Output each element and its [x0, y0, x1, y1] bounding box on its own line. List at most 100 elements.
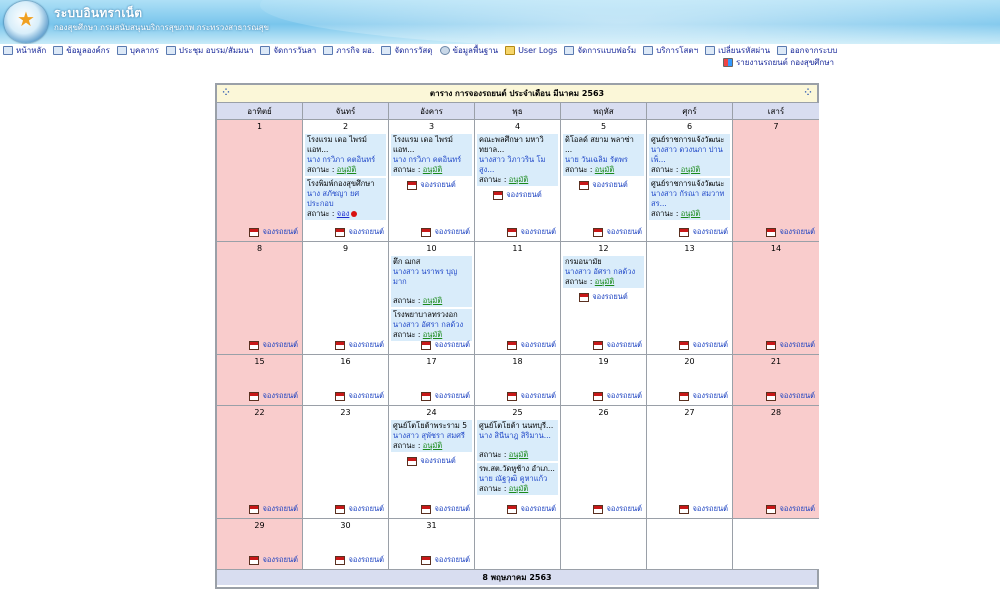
day-cell[interactable]: 4 คณะพลศึกษา มหาวิทยาล... นางสาว วิภาวริน … — [475, 120, 561, 241]
book-car-button[interactable]: จองรถยนต์ — [421, 554, 470, 566]
booking-entry[interactable]: ศูนย์ราชการแจ้งวัฒนะ นางสาว ดวงนภา ปานเพ็… — [649, 134, 730, 176]
menu-item[interactable]: ออกจากระบบ — [777, 45, 837, 56]
book-car-button[interactable]: จองรถยนต์ — [249, 503, 298, 515]
status-link[interactable]: อนุมัติ — [681, 209, 700, 218]
day-cell[interactable]: 7 จองรถยนต์ — [733, 120, 819, 241]
day-cell[interactable]: 27 จองรถยนต์ — [647, 406, 733, 518]
booking-entry[interactable]: ศูนย์โตโยต้า นนทบุรี... นาง สินีนาฎ สิริม… — [477, 420, 558, 461]
day-cell[interactable]: 16 จองรถยนต์ — [303, 355, 389, 405]
day-cell[interactable]: 9 จองรถยนต์ — [303, 242, 389, 354]
status-link[interactable]: อนุมัติ — [337, 165, 356, 174]
book-car-button[interactable]: จองรถยนต์ — [335, 390, 384, 402]
book-car-button[interactable]: จองรถยนต์ — [507, 503, 556, 515]
booking-entry[interactable]: ดิโอลด์ สยาม พลาซ่า ... นาย วันเฉลิม รัตพ… — [563, 134, 644, 176]
book-car-button[interactable]: จองรถยนต์ — [249, 554, 298, 566]
menu-item[interactable]: ข้อมูลองค์กร — [53, 45, 110, 56]
book-car-button[interactable]: จองรถยนต์ — [593, 226, 642, 238]
book-car-button[interactable]: จองรถยนต์ — [507, 339, 556, 351]
day-cell[interactable]: 29 จองรถยนต์ — [217, 519, 303, 569]
menu-item[interactable]: บุคลากร — [116, 45, 159, 56]
menu-item[interactable]: บริการโสตฯ — [643, 45, 698, 56]
day-cell[interactable]: 2 โรงแรม เดอ ไพรม์ แอท... นาง กรวิภา คตอิน… — [303, 120, 389, 241]
book-car-button[interactable]: จองรถยนต์ — [421, 390, 470, 402]
book-car-button[interactable]: จองรถยนต์ — [507, 390, 556, 402]
book-car-button[interactable]: จองรถยนต์ — [335, 503, 384, 515]
menu-item[interactable]: เปลี่ยนรหัสผ่าน — [705, 45, 770, 56]
day-cell[interactable]: 18 จองรถยนต์ — [475, 355, 561, 405]
day-cell[interactable]: 3 โรงแรม เดอ ไพรม์ แอท... นาง กรวิภา คตอิน… — [389, 120, 475, 241]
booking-entry[interactable]: โรงแรม เดอ ไพรม์ แอท... นาง กรวิภา คตอินท… — [391, 134, 472, 176]
day-cell[interactable]: 17 จองรถยนต์ — [389, 355, 475, 405]
status-link[interactable]: อนุมัติ — [509, 484, 528, 493]
booking-entry[interactable]: ตึก ฌกส นางสาว นราพร บุญมาก สถานะ : อนุมัต… — [391, 256, 472, 307]
book-car-button[interactable]: จองรถยนต์ — [249, 339, 298, 351]
booking-entry[interactable]: โรงพิมพ์กองสุขศึกษา นาง สภัชญา ยศประกอบ สถ… — [305, 178, 386, 220]
book-car-button[interactable]: จองรถยนต์ — [389, 179, 474, 191]
menu-item[interactable]: จัดการวัสดุ — [381, 45, 433, 56]
book-car-button[interactable]: จองรถยนต์ — [679, 390, 728, 402]
book-car-button[interactable]: จองรถยนต์ — [421, 226, 470, 238]
day-cell[interactable]: 25 ศูนย์โตโยต้า นนทบุรี... นาง สินีนาฎ สิร… — [475, 406, 561, 518]
day-cell[interactable]: 11 จองรถยนต์ — [475, 242, 561, 354]
day-cell[interactable]: 1 จองรถยนต์ — [217, 120, 303, 241]
book-car-button[interactable]: จองรถยนต์ — [679, 503, 728, 515]
book-car-button[interactable]: จองรถยนต์ — [249, 226, 298, 238]
book-car-button[interactable]: จองรถยนต์ — [561, 291, 646, 303]
day-cell[interactable]: 6 ศูนย์ราชการแจ้งวัฒนะ นางสาว ดวงนภา ปานเพ… — [647, 120, 733, 241]
status-link[interactable]: จอง — [337, 209, 350, 218]
book-car-button[interactable]: จองรถยนต์ — [389, 455, 474, 467]
menu-item[interactable]: หน้าหลัก — [3, 45, 46, 56]
booking-entry[interactable]: กรมอนามัย นางสาว อัศรา กลด้วง สถานะ : อนุม… — [563, 256, 644, 288]
book-car-button[interactable]: จองรถยนต์ — [766, 226, 815, 238]
day-cell[interactable]: 31 จองรถยนต์ — [389, 519, 475, 569]
day-cell[interactable]: 14 จองรถยนต์ — [733, 242, 819, 354]
day-cell[interactable]: 19 จองรถยนต์ — [561, 355, 647, 405]
booking-entry[interactable]: ศูนย์ราชการแจ้งวัฒนะ นางสาว กัรณา สมวาทสร… — [649, 178, 730, 220]
day-cell[interactable]: 24 ศูนย์โตโยต้าพระราม 5 นางสาว สุพัชรา สมศ… — [389, 406, 475, 518]
menu-item-car-report[interactable]: รายงานรถยนต์ กองสุขศึกษา — [723, 57, 834, 68]
status-link[interactable]: อนุมัติ — [681, 165, 700, 174]
day-cell[interactable]: 30 จองรถยนต์ — [303, 519, 389, 569]
status-link[interactable]: อนุมัติ — [423, 441, 442, 450]
status-link[interactable]: อนุมัติ — [595, 165, 614, 174]
booking-entry[interactable]: โรงพยาบาลทรวงอก นางสาว อัศรา กลด้วง สถานะ … — [391, 309, 472, 341]
book-car-button[interactable]: จองรถยนต์ — [766, 503, 815, 515]
menu-item[interactable]: จัดการแบบฟอร์ม — [564, 45, 636, 56]
status-link[interactable]: อนุมัติ — [423, 165, 442, 174]
day-cell[interactable]: 10 ตึก ฌกส นางสาว นราพร บุญมาก สถานะ : อนุม… — [389, 242, 475, 354]
menu-item[interactable]: ภารกิจ ผอ. — [323, 45, 374, 56]
book-car-button[interactable]: จองรถยนต์ — [335, 554, 384, 566]
booking-entry[interactable]: ศูนย์โตโยต้าพระราม 5 นางสาว สุพัชรา สมศรี… — [391, 420, 472, 452]
booking-entry[interactable]: คณะพลศึกษา มหาวิทยาล... นางสาว วิภาวริน โ… — [477, 134, 558, 186]
book-car-button[interactable]: จองรถยนต์ — [421, 503, 470, 515]
menu-item[interactable]: จัดการวันลา — [260, 45, 316, 56]
day-cell[interactable]: 12 กรมอนามัย นางสาว อัศรา กลด้วง สถานะ : อน… — [561, 242, 647, 354]
booking-entry[interactable]: รพ.สต.วัดหูช้าง อำเภ... นาย ณัฐวุฒิ คูหาแ… — [477, 463, 558, 495]
booking-entry[interactable]: โรงแรม เดอ ไพรม์ แอท... นาง กรวิภา คตอินท… — [305, 134, 386, 176]
book-car-button[interactable]: จองรถยนต์ — [475, 189, 560, 201]
book-car-button[interactable]: จองรถยนต์ — [679, 339, 728, 351]
book-car-button[interactable]: จองรถยนต์ — [507, 226, 556, 238]
book-car-button[interactable]: จองรถยนต์ — [335, 226, 384, 238]
prev-month-icon[interactable]: ⁘ — [221, 88, 231, 99]
book-car-button[interactable]: จองรถยนต์ — [593, 503, 642, 515]
book-car-button[interactable]: จองรถยนต์ — [335, 339, 384, 351]
day-cell[interactable]: 21 จองรถยนต์ — [733, 355, 819, 405]
book-car-button[interactable]: จองรถยนต์ — [421, 339, 470, 351]
book-car-button[interactable]: จองรถยนต์ — [766, 339, 815, 351]
menu-item[interactable]: User Logs — [505, 45, 557, 56]
book-car-button[interactable]: จองรถยนต์ — [593, 390, 642, 402]
status-link[interactable]: อนุมัติ — [423, 330, 442, 339]
day-cell[interactable]: 26 จองรถยนต์ — [561, 406, 647, 518]
status-link[interactable]: อนุมัติ — [509, 175, 528, 184]
status-link[interactable]: อนุมัติ — [509, 450, 528, 459]
book-car-button[interactable]: จองรถยนต์ — [249, 390, 298, 402]
day-cell[interactable]: 15 จองรถยนต์ — [217, 355, 303, 405]
book-car-button[interactable]: จองรถยนต์ — [679, 226, 728, 238]
day-cell[interactable]: 22 จองรถยนต์ — [217, 406, 303, 518]
day-cell[interactable]: 13 จองรถยนต์ — [647, 242, 733, 354]
day-cell[interactable]: 5 ดิโอลด์ สยาม พลาซ่า ... นาย วันเฉลิม รัต… — [561, 120, 647, 241]
day-cell[interactable]: 20 จองรถยนต์ — [647, 355, 733, 405]
status-link[interactable]: อนุมัติ — [595, 277, 614, 286]
day-cell[interactable]: 28 จองรถยนต์ — [733, 406, 819, 518]
